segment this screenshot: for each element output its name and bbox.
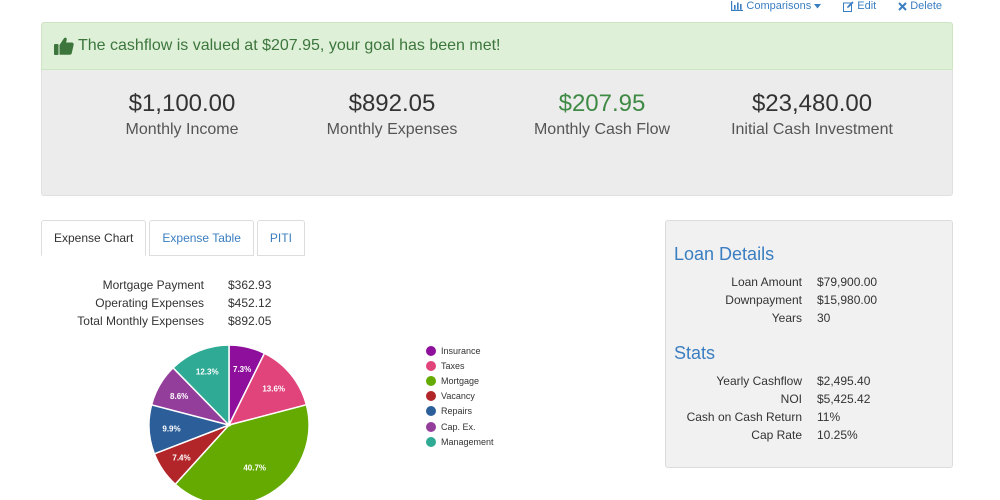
stat-value: 11% bbox=[817, 410, 841, 424]
summary-label: Monthly Cash Flow bbox=[533, 121, 671, 138]
summary-label: Monthly Income bbox=[125, 121, 239, 138]
tab-piti[interactable]: PITI bbox=[256, 220, 305, 256]
stats-title: Stats bbox=[674, 343, 716, 363]
pie-slice-label: 7.3% bbox=[233, 365, 251, 374]
legend-label: Repairs bbox=[441, 406, 473, 417]
legend-swatch bbox=[426, 436, 436, 447]
pie-legend: Insurance Taxes Mortgage Vacancy Repairs Cap.… bbox=[426, 343, 494, 449]
legend-item[interactable]: Cap. Ex. bbox=[426, 419, 494, 434]
expense-value: $452.12 bbox=[228, 296, 272, 310]
pie-slice-label: 8.6% bbox=[170, 392, 188, 401]
goal-met-alert: The cashflow is valued at $207.95, your … bbox=[41, 22, 953, 70]
pie-slice-label: 13.6% bbox=[262, 385, 285, 394]
legend-label: Cap. Ex. bbox=[441, 421, 476, 432]
summary-monthly-cash-flow: $207.95 Monthly Cash Flow bbox=[492, 90, 712, 139]
stat-row: NOI $5,425.42 bbox=[666, 390, 871, 408]
edit-icon bbox=[843, 0, 854, 12]
loan-detail-label: Downpayment bbox=[725, 293, 802, 307]
legend-swatch bbox=[426, 421, 436, 432]
loan-details-panel: Loan Details Loan Amount $79,900.00 Down… bbox=[665, 220, 953, 468]
expense-summary-row: Total Monthly Expenses $892.05 bbox=[41, 312, 271, 330]
legend-label: Management bbox=[441, 436, 494, 447]
stat-row: Cap Rate 10.25% bbox=[666, 426, 870, 444]
loan-detail-label: Loan Amount bbox=[731, 275, 802, 289]
summary-initial-cash-investment: $23,480.00 Initial Cash Investment bbox=[702, 90, 922, 139]
legend-label: Taxes bbox=[441, 360, 465, 371]
edit-link[interactable]: Edit bbox=[843, 0, 876, 12]
close-icon bbox=[898, 1, 907, 11]
expense-label: Operating Expenses bbox=[95, 296, 204, 310]
pie-slice-label: 12.3% bbox=[196, 368, 219, 377]
expense-label: Mortgage Payment bbox=[102, 278, 204, 292]
legend-item[interactable]: Vacancy bbox=[426, 389, 494, 404]
expense-summary-row: Operating Expenses $452.12 bbox=[41, 294, 271, 312]
delete-label: Delete bbox=[910, 0, 942, 12]
tab-expense-table[interactable]: Expense Table bbox=[149, 220, 254, 256]
stat-label: Cash on Cash Return bbox=[686, 410, 802, 424]
summary-value: $1,100.00 bbox=[128, 90, 236, 117]
expense-value: $892.05 bbox=[228, 314, 272, 328]
summary-monthly-income: $1,100.00 Monthly Income bbox=[72, 90, 292, 139]
loan-detail-row: Loan Amount $79,900.00 bbox=[666, 273, 877, 291]
legend-label: Mortgage bbox=[441, 375, 480, 386]
loan-detail-row: Downpayment $15,980.00 bbox=[666, 291, 877, 309]
loan-details-list: Loan Amount $79,900.00 Downpayment $15,9… bbox=[666, 273, 877, 327]
thumbs-up-icon bbox=[54, 37, 74, 55]
stat-value: $5,425.42 bbox=[817, 392, 871, 406]
expense-value: $362.93 bbox=[228, 278, 272, 292]
legend-swatch bbox=[426, 375, 436, 386]
delete-link[interactable]: Delete bbox=[898, 0, 942, 12]
legend-item[interactable]: Management bbox=[426, 434, 494, 449]
caret-down-icon bbox=[814, 3, 822, 8]
legend-item[interactable]: Mortgage bbox=[426, 373, 494, 388]
expense-label: Total Monthly Expenses bbox=[77, 314, 204, 328]
legend-label: Insurance bbox=[441, 345, 481, 356]
summary-label: Monthly Expenses bbox=[326, 121, 458, 138]
loan-details-title: Loan Details bbox=[674, 244, 775, 264]
stat-row: Cash on Cash Return 11% bbox=[666, 408, 870, 426]
expense-pie-chart: 7.3% 13.6% 40.7% 7.4% 9.9% 8.6% 12.3% bbox=[148, 344, 310, 500]
legend-swatch bbox=[426, 360, 436, 371]
pie-slice-label: 40.7% bbox=[243, 463, 266, 472]
legend-swatch bbox=[426, 406, 436, 417]
tab-expense-chart[interactable]: Expense Chart bbox=[41, 220, 147, 256]
legend-item[interactable]: Taxes bbox=[426, 358, 494, 373]
loan-detail-value: $79,900.00 bbox=[817, 275, 878, 289]
pie-slice-label: 7.4% bbox=[172, 454, 190, 463]
stat-value: $2,495.40 bbox=[817, 374, 871, 388]
summary-value: $207.95 bbox=[558, 90, 646, 117]
legend-label: Vacancy bbox=[441, 391, 475, 402]
summary-monthly-expenses: $892.05 Monthly Expenses bbox=[282, 90, 502, 139]
legend-item[interactable]: Repairs bbox=[426, 404, 494, 419]
summary-value: $23,480.00 bbox=[751, 90, 873, 117]
loan-detail-value: 30 bbox=[817, 311, 831, 325]
stat-label: NOI bbox=[780, 392, 802, 406]
legend-swatch bbox=[426, 391, 436, 402]
summary-label: Initial Cash Investment bbox=[731, 121, 893, 138]
expense-summary: Mortgage Payment $362.93 Operating Expen… bbox=[41, 276, 271, 330]
page-actions: Comparisons Edit Delete bbox=[731, 0, 942, 12]
stat-row: Yearly Cashflow $2,495.40 bbox=[666, 372, 870, 390]
loan-detail-label: Years bbox=[771, 311, 802, 325]
pie-slice-label: 9.9% bbox=[162, 424, 180, 433]
loan-detail-value: $15,980.00 bbox=[817, 293, 878, 307]
expense-summary-row: Mortgage Payment $362.93 bbox=[41, 276, 272, 294]
comparisons-dropdown[interactable]: Comparisons bbox=[731, 0, 822, 12]
legend-swatch bbox=[426, 345, 436, 356]
loan-detail-row: Years 30 bbox=[666, 309, 877, 327]
comparisons-label: Comparisons bbox=[746, 0, 812, 12]
stat-label: Yearly Cashflow bbox=[716, 374, 802, 388]
stats-list: Yearly Cashflow $2,495.40 NOI $5,425.42 … bbox=[666, 372, 871, 444]
edit-label: Edit bbox=[857, 0, 877, 12]
expense-tabs: Expense Chart Expense Table PITI bbox=[41, 220, 308, 256]
bar-chart-icon bbox=[731, 1, 744, 11]
legend-item[interactable]: Insurance bbox=[426, 343, 494, 358]
summary-panel: $1,100.00 Monthly Income $892.05 Monthly… bbox=[41, 70, 953, 196]
alert-message: The cashflow is valued at $207.95, your … bbox=[78, 37, 501, 54]
stat-value: 10.25% bbox=[817, 428, 858, 442]
stat-label: Cap Rate bbox=[751, 428, 802, 442]
summary-value: $892.05 bbox=[348, 90, 436, 117]
